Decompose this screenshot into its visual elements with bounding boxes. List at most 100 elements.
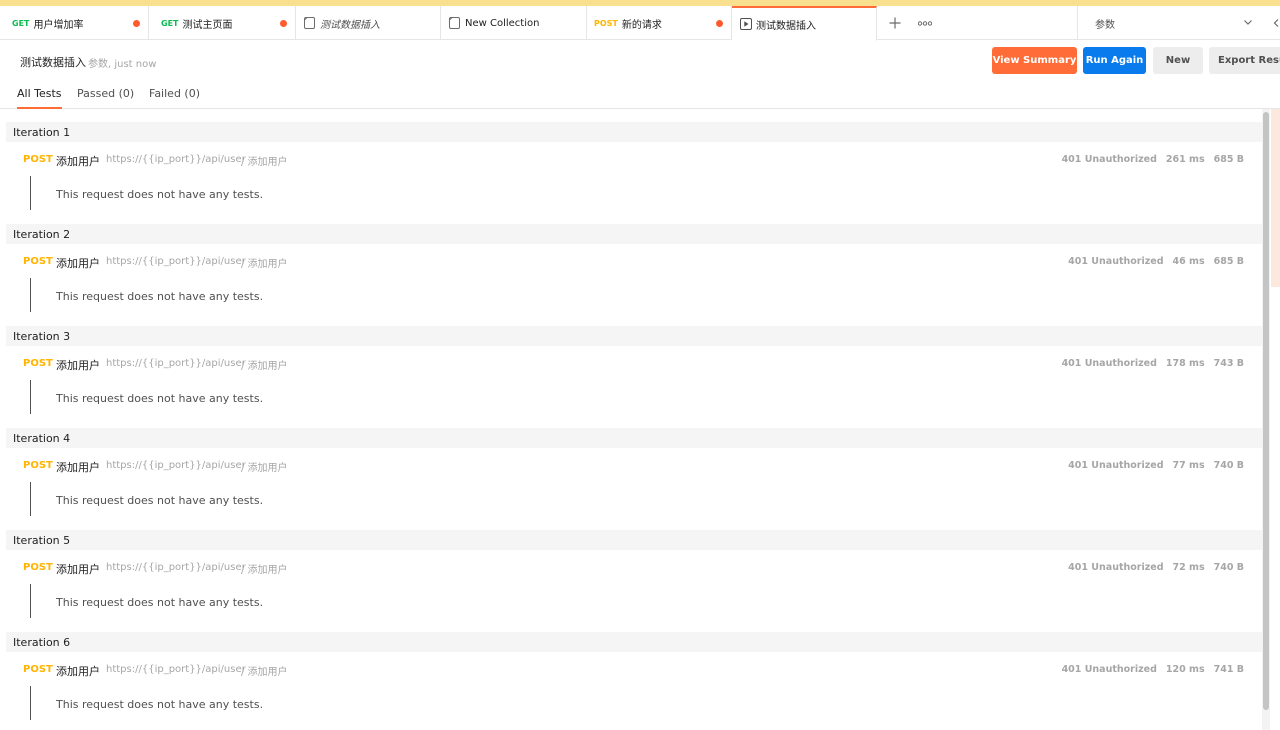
tab-new-collection[interactable]: New Collection bbox=[441, 6, 587, 40]
response-time: 46 ms bbox=[1172, 256, 1205, 267]
iteration-results-list: Iteration 1 POST 添加用户 https://{{ip_port}… bbox=[6, 122, 1262, 730]
request-path: / 添加用户 bbox=[241, 157, 288, 168]
scroll-right-arrow-icon[interactable] bbox=[1272, 18, 1280, 31]
request-tests-panel: This request does not have any tests. bbox=[30, 686, 1230, 720]
request-url: https://{{ip_port}}/api/user bbox=[106, 154, 246, 165]
no-tests-message: This request does not have any tests. bbox=[56, 596, 264, 609]
environment-select[interactable]: 参数 bbox=[1077, 6, 1267, 40]
request-row[interactable]: POST 添加用户 https://{{ip_port}}/api/user /… bbox=[6, 448, 1262, 482]
response-status: 401 Unauthorized bbox=[1068, 562, 1164, 573]
request-name: 添加用户 bbox=[56, 563, 100, 576]
request-name: 添加用户 bbox=[56, 359, 100, 372]
iteration-label: Iteration 6 bbox=[13, 636, 71, 649]
no-tests-message: This request does not have any tests. bbox=[56, 188, 264, 201]
request-url: https://{{ip_port}}/api/user bbox=[106, 460, 246, 471]
right-edge-accent bbox=[1271, 109, 1280, 287]
iteration-block: Iteration 4 POST 添加用户 https://{{ip_port}… bbox=[6, 428, 1262, 530]
request-url: https://{{ip_port}}/api/user bbox=[106, 256, 246, 267]
iteration-header: Iteration 4 bbox=[6, 428, 1262, 448]
iteration-header: Iteration 5 bbox=[6, 530, 1262, 550]
request-name: 添加用户 bbox=[56, 665, 100, 678]
request-path: / 添加用户 bbox=[241, 463, 288, 474]
response-time: 261 ms bbox=[1165, 154, 1205, 165]
iteration-header: Iteration 1 bbox=[6, 122, 1262, 142]
request-path: / 添加用户 bbox=[241, 259, 288, 270]
request-path: / 添加用户 bbox=[241, 667, 288, 678]
tab-title: 测试数据插入 bbox=[320, 19, 380, 31]
tab-title: 测试主页面 bbox=[182, 19, 233, 31]
iteration-header: Iteration 2 bbox=[6, 224, 1262, 244]
request-row[interactable]: POST 添加用户 https://{{ip_port}}/api/user /… bbox=[6, 346, 1262, 380]
run-meta: 参数, just now bbox=[88, 59, 157, 70]
results-scrollbar-thumb[interactable] bbox=[1263, 112, 1269, 710]
iteration-block: Iteration 6 POST 添加用户 https://{{ip_port}… bbox=[6, 632, 1262, 730]
run-again-button[interactable]: Run Again bbox=[1083, 47, 1146, 74]
request-stats: 401 Unauthorized 261 ms 685 B bbox=[1062, 154, 1244, 165]
request-stats: 401 Unauthorized 46 ms 685 B bbox=[1068, 256, 1244, 267]
tab-user-growth[interactable]: GET 用户增加率 bbox=[0, 6, 149, 40]
iteration-label: Iteration 3 bbox=[13, 330, 71, 343]
tab-all-tests[interactable]: All Tests bbox=[17, 87, 62, 109]
response-status: 401 Unauthorized bbox=[1068, 256, 1164, 267]
response-time: 178 ms bbox=[1165, 358, 1205, 369]
request-method: POST bbox=[23, 562, 53, 573]
new-tab-plus-icon[interactable] bbox=[885, 6, 905, 40]
request-row[interactable]: POST 添加用户 https://{{ip_port}}/api/user /… bbox=[6, 244, 1262, 278]
request-tests-panel: This request does not have any tests. bbox=[30, 380, 1230, 414]
iteration-block: Iteration 3 POST 添加用户 https://{{ip_port}… bbox=[6, 326, 1262, 428]
no-tests-message: This request does not have any tests. bbox=[56, 494, 264, 507]
tab-runner-active[interactable]: 测试数据插入 bbox=[732, 6, 877, 41]
tab-title: 用户增加率 bbox=[33, 19, 84, 31]
tab-title: New Collection bbox=[465, 17, 540, 29]
response-size: 685 B bbox=[1213, 256, 1244, 267]
tab-method: GET bbox=[12, 18, 30, 28]
request-method: POST bbox=[23, 460, 53, 471]
response-status: 401 Unauthorized bbox=[1061, 358, 1157, 369]
iteration-label: Iteration 1 bbox=[13, 126, 71, 139]
request-path: / 添加用户 bbox=[241, 361, 288, 372]
response-size: 743 B bbox=[1213, 358, 1244, 369]
tab-home-page[interactable]: GET 测试主页面 bbox=[149, 6, 296, 40]
response-time: 72 ms bbox=[1172, 562, 1205, 573]
iteration-label: Iteration 2 bbox=[13, 228, 71, 241]
request-stats: 401 Unauthorized 178 ms 743 B bbox=[1062, 358, 1244, 369]
request-tests-panel: This request does not have any tests. bbox=[30, 584, 1230, 618]
unsaved-dot-icon bbox=[280, 20, 287, 27]
iteration-header: Iteration 6 bbox=[6, 632, 1262, 652]
request-tests-panel: This request does not have any tests. bbox=[30, 482, 1230, 516]
tab-failed[interactable]: Failed (0) bbox=[149, 87, 200, 107]
export-results-button[interactable]: Export Results bbox=[1209, 47, 1280, 74]
request-name: 添加用户 bbox=[56, 461, 100, 474]
chevron-down-icon bbox=[1243, 17, 1253, 30]
collection-icon bbox=[449, 17, 460, 29]
iteration-label: Iteration 4 bbox=[13, 432, 71, 445]
iteration-block: Iteration 5 POST 添加用户 https://{{ip_port}… bbox=[6, 530, 1262, 632]
response-time: 77 ms bbox=[1172, 460, 1205, 471]
runner-icon bbox=[740, 18, 752, 30]
view-summary-button[interactable]: View Summary bbox=[992, 47, 1077, 74]
no-tests-message: This request does not have any tests. bbox=[56, 392, 264, 405]
request-row[interactable]: POST 添加用户 https://{{ip_port}}/api/user /… bbox=[6, 652, 1262, 686]
tab-passed[interactable]: Passed (0) bbox=[77, 87, 134, 107]
tab-collection-data-insert[interactable]: 测试数据插入 bbox=[296, 6, 441, 40]
request-tests-panel: This request does not have any tests. bbox=[30, 176, 1230, 210]
no-tests-message: This request does not have any tests. bbox=[56, 698, 264, 711]
response-status: 401 Unauthorized bbox=[1061, 154, 1157, 165]
request-method: POST bbox=[23, 358, 53, 369]
iteration-block: Iteration 2 POST 添加用户 https://{{ip_port}… bbox=[6, 224, 1262, 326]
tab-new-request[interactable]: POST 新的请求 bbox=[587, 6, 732, 40]
tab-method: POST bbox=[594, 18, 618, 28]
request-name: 添加用户 bbox=[56, 257, 100, 270]
unsaved-dot-icon bbox=[716, 20, 723, 27]
response-status: 401 Unauthorized bbox=[1068, 460, 1164, 471]
iteration-header: Iteration 3 bbox=[6, 326, 1262, 346]
new-run-button[interactable]: New bbox=[1153, 47, 1203, 74]
test-filter-tabs: All Tests Passed (0) Failed (0) bbox=[0, 80, 1280, 109]
request-url: https://{{ip_port}}/api/user bbox=[106, 358, 246, 369]
run-title: 测试数据插入 bbox=[20, 56, 86, 69]
request-method: POST bbox=[23, 154, 53, 165]
request-row[interactable]: POST 添加用户 https://{{ip_port}}/api/user /… bbox=[6, 550, 1262, 584]
request-name: 添加用户 bbox=[56, 155, 100, 168]
request-row[interactable]: POST 添加用户 https://{{ip_port}}/api/user /… bbox=[6, 142, 1262, 176]
more-tabs-icon[interactable] bbox=[914, 6, 936, 40]
